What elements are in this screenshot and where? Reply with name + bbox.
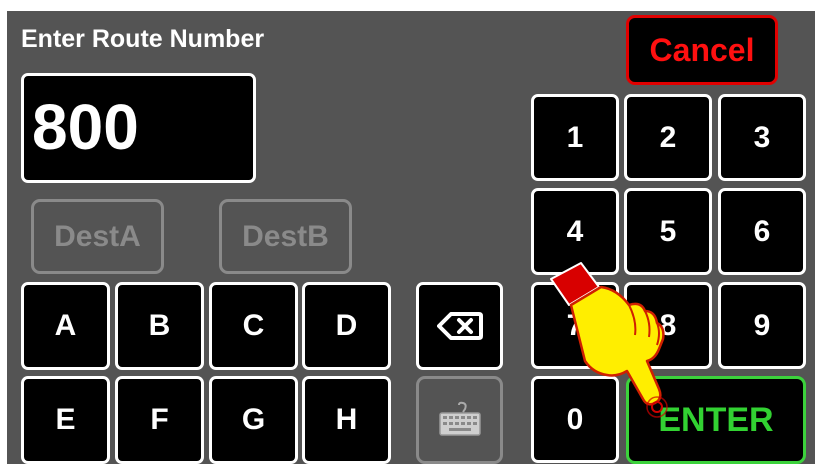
route-entry-screen: Enter Route Number 800 DestA DestB A B C… — [7, 11, 815, 464]
enter-button[interactable]: ENTER — [626, 376, 806, 464]
key-9[interactable]: 9 — [718, 282, 806, 369]
key-3[interactable]: 3 — [718, 94, 806, 181]
backspace-button[interactable] — [416, 282, 503, 370]
key-7[interactable]: 7 — [531, 282, 619, 369]
key-c[interactable]: C — [209, 282, 298, 370]
cancel-button[interactable]: Cancel — [626, 15, 778, 85]
dest-b-button[interactable]: DestB — [219, 199, 352, 274]
keyboard-icon — [438, 401, 481, 436]
key-h[interactable]: H — [302, 376, 391, 464]
key-1[interactable]: 1 — [531, 94, 619, 181]
key-g[interactable]: G — [209, 376, 298, 464]
dest-a-button[interactable]: DestA — [31, 199, 164, 274]
key-e[interactable]: E — [21, 376, 110, 464]
key-b[interactable]: B — [115, 282, 204, 370]
key-f[interactable]: F — [115, 376, 204, 464]
key-0[interactable]: 0 — [531, 376, 619, 463]
key-d[interactable]: D — [302, 282, 391, 370]
key-6[interactable]: 6 — [718, 188, 806, 275]
key-4[interactable]: 4 — [531, 188, 619, 275]
key-2[interactable]: 2 — [624, 94, 712, 181]
route-number-display: 800 — [21, 73, 256, 183]
page-title: Enter Route Number — [21, 25, 265, 53]
key-5[interactable]: 5 — [624, 188, 712, 275]
key-8[interactable]: 8 — [624, 282, 712, 369]
keyboard-toggle-button[interactable] — [416, 376, 503, 464]
backspace-icon — [436, 312, 483, 340]
key-a[interactable]: A — [21, 282, 110, 370]
